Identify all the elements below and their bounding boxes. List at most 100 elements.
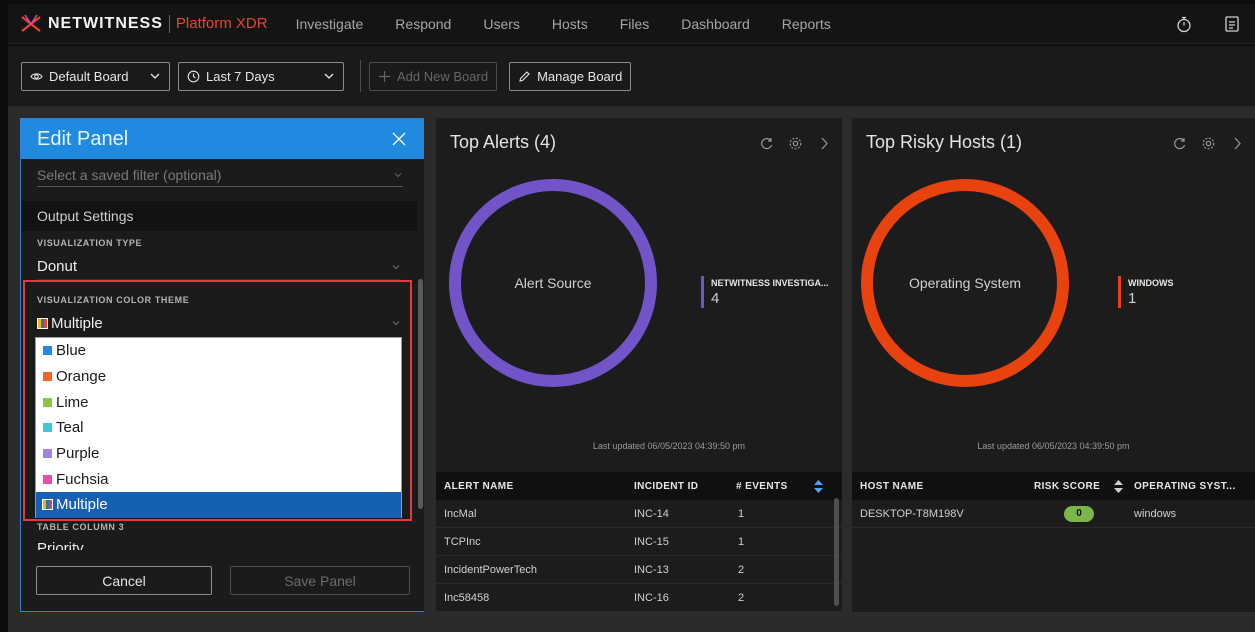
column-alert-name[interactable]: ALERT NAME [444,481,514,492]
cell-incident-id[interactable]: INC-15 [634,536,669,548]
nav-item-users[interactable]: Users [483,16,520,32]
notes-icon[interactable] [1223,15,1241,33]
hosts-table-header: HOST NAME RISK SCORE OPERATING SYST... [852,472,1255,500]
annotation-highlight-box [23,280,412,521]
column-incident-id[interactable]: INCIDENT ID [634,481,698,492]
table-scrollbar[interactable] [834,498,839,606]
refresh-icon[interactable] [759,136,774,151]
cell-events: 1 [738,536,745,548]
dashlet-title: Top Risky Hosts (1) [866,132,1023,152]
gear-icon[interactable] [1201,136,1216,151]
table-row[interactable]: TCPInc INC-15 1 [436,528,842,556]
chevron-right-icon[interactable] [1230,136,1245,151]
cell-events: 2 [738,592,745,604]
cell-alert-name: IncidentPowerTech [444,564,537,576]
table-row[interactable]: DESKTOP-T8M198V 0 windows [852,500,1255,528]
refresh-icon[interactable] [1172,136,1187,151]
brand-name: NETWITNESS [48,14,163,32]
table-column-3-label: TABLE COLUMN 3 [37,522,125,532]
legend-value: 4 [711,290,720,307]
cell-operating-system: windows [1134,508,1177,520]
nav-item-respond[interactable]: Respond [395,16,451,32]
legend-color-bar [1118,276,1121,308]
column-events[interactable]: # EVENTS [736,481,788,492]
manage-board-button[interactable]: Manage Board [509,61,632,91]
board-select-value: Default Board [49,68,129,84]
hosts-donut-chart[interactable]: Operating System [860,178,1070,388]
alerts-donut-chart[interactable]: Alert Source [448,178,658,388]
nav-item-dashboard[interactable]: Dashboard [681,16,750,32]
nav-item-reports[interactable]: Reports [782,16,831,32]
top-navigation-bar: NETWITNESS Platform XDR Investigate Resp… [8,4,1255,44]
manage-board-label: Manage Board [537,68,623,84]
saved-filter-placeholder: Select a saved filter (optional) [37,166,222,183]
cell-events: 2 [738,564,745,576]
chevron-down-icon [150,73,160,79]
pencil-icon [519,70,530,82]
nav-right-icons [1145,15,1241,33]
time-range-value: Last 7 Days [206,68,275,84]
legend-name: WINDOWS [1128,278,1174,288]
cell-incident-id[interactable]: INC-16 [634,592,669,604]
panel-scrollbar[interactable] [418,279,423,509]
cell-incident-id[interactable]: INC-14 [634,508,669,520]
eye-icon [30,72,43,80]
legend-value: 1 [1128,290,1137,307]
edit-panel-header: Edit Panel [21,119,423,159]
nav-item-files[interactable]: Files [620,16,650,32]
cell-alert-name: IncMal [444,508,477,520]
table-row[interactable]: IncidentPowerTech INC-13 2 [436,556,842,584]
top-risky-hosts-dashlet: Top Risky Hosts (1) Operating System WIN… [852,118,1255,612]
cell-alert-name: TCPInc [444,536,481,548]
save-panel-button[interactable]: Save Panel [230,566,410,595]
edit-panel-title: Edit Panel [37,127,129,150]
saved-filter-select[interactable]: Select a saved filter (optional) [37,163,403,187]
cancel-button[interactable]: Cancel [36,566,212,595]
clock-icon [187,70,200,82]
column-risk-score[interactable]: RISK SCORE [1034,481,1100,492]
sort-icon[interactable] [814,480,823,493]
risk-score-badge: 0 [1064,506,1094,522]
visualization-type-label: VISUALIZATION TYPE [37,238,143,248]
board-select[interactable]: Default Board [21,61,170,91]
sort-icon[interactable] [1114,480,1123,493]
chevron-down-icon [392,264,400,269]
nav-menu: Investigate Respond Users Hosts Files Da… [296,16,863,32]
dashlet-title: Top Alerts (4) [450,132,557,152]
close-icon[interactable] [391,131,407,147]
output-settings-header: Output Settings [21,201,417,231]
legend-name: NETWITNESS INVESTIGA... [711,278,829,288]
add-new-board-button[interactable]: Add New Board [369,61,498,91]
brand[interactable]: NETWITNESS Platform XDR [20,13,268,35]
cell-alert-name: Inc58458 [444,592,490,604]
alerts-table-header: ALERT NAME INCIDENT ID # EVENTS [436,472,842,500]
netwitness-logo-icon [21,14,41,32]
cell-events: 1 [738,508,745,520]
table-row[interactable]: Inc58458 INC-16 2 [436,584,842,612]
cell-host-name[interactable]: DESKTOP-T8M198V [860,508,964,520]
stopwatch-icon[interactable] [1175,15,1193,33]
nav-item-investigate[interactable]: Investigate [296,16,364,32]
donut-center-label: Operating System [909,275,1021,291]
visualization-type-value: Donut [37,258,78,275]
column-operating-system[interactable]: OPERATING SYST... [1134,481,1236,492]
visualization-type-select[interactable]: Donut [37,254,401,280]
time-range-select[interactable]: Last 7 Days [178,61,344,91]
chevron-right-icon[interactable] [817,136,832,151]
nav-item-hosts[interactable]: Hosts [552,16,588,32]
chevron-down-icon [394,172,402,177]
dashlet-actions [1158,136,1245,151]
last-updated-text: Last updated 06/05/2023 04:39:50 pm [977,441,1130,451]
add-new-board-label: Add New Board [397,68,489,84]
column-host-name[interactable]: HOST NAME [860,481,924,492]
table-row[interactable]: IncMal INC-14 1 [436,500,842,528]
gear-icon[interactable] [788,136,803,151]
brand-product: Platform XDR [175,15,268,32]
dashboard-toolbar: Default Board Last 7 Days Add New Board … [8,46,1255,106]
table-column-3-value[interactable]: Priority [37,540,84,550]
dashlet-actions [745,136,832,151]
top-alerts-dashlet: Top Alerts (4) Alert Source NETWITNESS I… [436,118,842,612]
cell-incident-id[interactable]: INC-13 [634,564,669,576]
legend-color-bar [701,276,704,308]
chevron-down-icon [324,73,334,79]
